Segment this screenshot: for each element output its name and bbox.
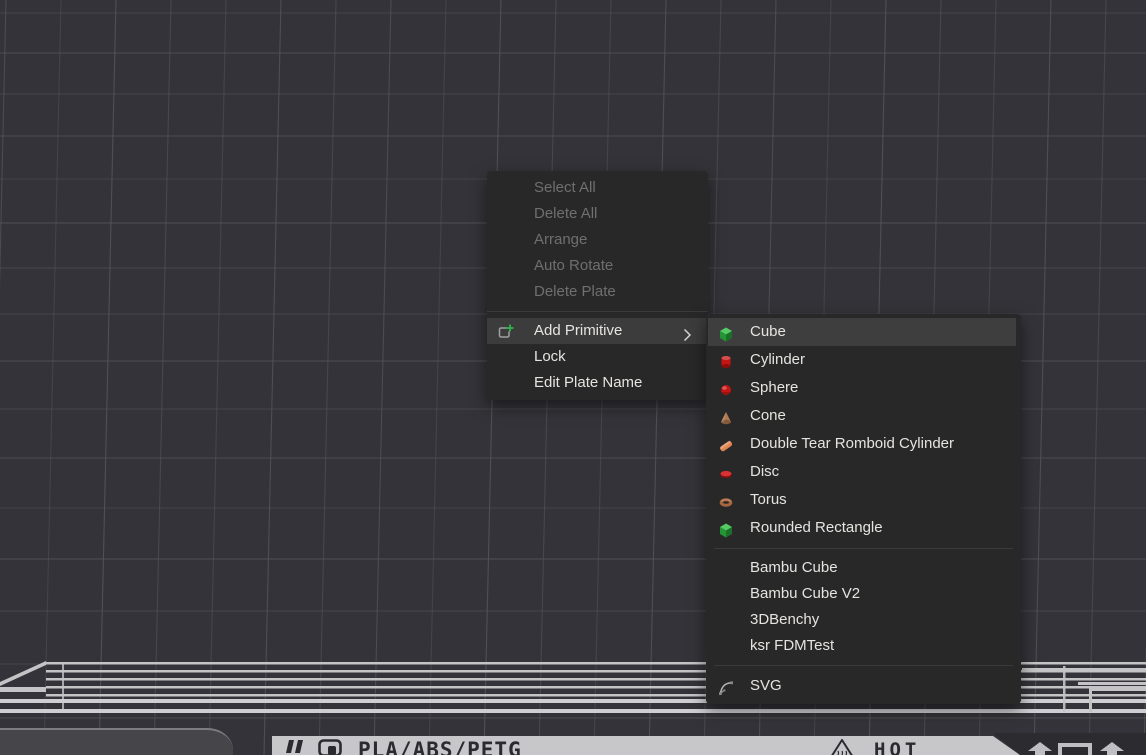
cylinder-icon <box>718 352 734 368</box>
submenu-separator <box>714 665 1013 666</box>
romboid-cylinder-icon <box>718 436 734 452</box>
menu-item-label: Add Primitive <box>534 322 622 339</box>
plate-front-bar: PLA/ABS/PETG HOT <box>272 736 1022 755</box>
submenu-item-cube[interactable]: Cube <box>708 318 1016 346</box>
submenu-item-label: ksr FDMTest <box>750 637 834 654</box>
submenu-item-label: Double Tear Romboid Cylinder <box>750 435 954 452</box>
hot-warning-icon <box>828 738 856 755</box>
submenu-item-disc[interactable]: Disc <box>706 458 1021 486</box>
submenu-item-double-tear-romboid-cylinder[interactable]: Double Tear Romboid Cylinder <box>706 430 1021 458</box>
cube-icon <box>718 324 734 340</box>
menu-item-edit-plate-name[interactable]: Edit Plate Name <box>487 370 708 396</box>
menu-item-label: Lock <box>534 348 566 365</box>
add-primitive-icon <box>497 322 515 340</box>
submenu-item-cylinder[interactable]: Cylinder <box>706 346 1021 374</box>
plate-context-menu: Select All Delete All Arrange Auto Rotat… <box>487 171 708 400</box>
submenu-item-label: Disc <box>750 463 779 480</box>
submenu-item-label: Bambu Cube V2 <box>750 585 860 602</box>
menu-item-lock[interactable]: Lock <box>487 344 708 370</box>
submenu-item-label: Rounded Rectangle <box>750 519 883 536</box>
cone-icon <box>718 408 734 424</box>
submenu-item-ksr-fdmtest[interactable]: ksr FDMTest <box>706 633 1021 659</box>
menu-item-label: Edit Plate Name <box>534 374 642 391</box>
bambu-logo-icon <box>284 739 310 755</box>
menu-item-label: Select All <box>534 179 596 196</box>
submenu-separator <box>714 548 1013 549</box>
submenu-item-label: Cube <box>750 323 786 340</box>
plate-type-icon <box>318 739 342 755</box>
submenu-item-bambu-cube-v2[interactable]: Bambu Cube V2 <box>706 581 1021 607</box>
menu-item-add-primitive[interactable]: Add Primitive <box>487 318 708 344</box>
menu-item-auto-rotate[interactable]: Auto Rotate <box>487 253 708 279</box>
submenu-item-svg[interactable]: SVG <box>706 672 1021 700</box>
submenu-item-label: SVG <box>750 677 782 694</box>
submenu-item-cone[interactable]: Cone <box>706 402 1021 430</box>
menu-separator <box>487 311 708 312</box>
arrow-up-icon <box>1027 742 1053 755</box>
menu-item-delete-all[interactable]: Delete All <box>487 201 708 227</box>
submenu-item-label: Torus <box>750 491 787 508</box>
viewport-3d[interactable]: PLA/ABS/PETG HOT Select <box>0 0 1146 755</box>
menu-item-label: Auto Rotate <box>534 257 613 274</box>
torus-icon <box>718 492 734 508</box>
menu-item-delete-plate[interactable]: Delete Plate <box>487 279 708 305</box>
plate-bracket-icon <box>1057 743 1093 755</box>
menu-item-label: Arrange <box>534 231 587 248</box>
plate-hot-label: HOT <box>874 739 920 755</box>
submenu-item-bambu-cube[interactable]: Bambu Cube <box>706 555 1021 581</box>
menu-item-arrange[interactable]: Arrange <box>487 227 708 253</box>
sphere-icon <box>718 380 734 396</box>
add-primitive-submenu: Cube Cylinder <box>706 314 1021 704</box>
plate-lift-tab <box>0 728 233 755</box>
svg-bezier-icon <box>718 678 734 694</box>
disc-icon <box>718 464 734 480</box>
submenu-chevron-icon <box>683 325 692 339</box>
submenu-item-sphere[interactable]: Sphere <box>706 374 1021 402</box>
menu-item-label: Delete All <box>534 205 597 222</box>
menu-item-label: Delete Plate <box>534 283 616 300</box>
submenu-item-label: 3DBenchy <box>750 611 819 628</box>
submenu-item-rounded-rectangle[interactable]: Rounded Rectangle <box>706 514 1021 542</box>
submenu-item-3dbenchy[interactable]: 3DBenchy <box>706 607 1021 633</box>
submenu-item-label: Cylinder <box>750 351 805 368</box>
submenu-item-torus[interactable]: Torus <box>706 486 1021 514</box>
rounded-rectangle-icon <box>718 520 734 536</box>
submenu-item-label: Sphere <box>750 379 798 396</box>
submenu-item-label: Bambu Cube <box>750 559 838 576</box>
plate-material-label: PLA/ABS/PETG <box>358 738 522 755</box>
arrow-up-icon <box>1099 742 1125 755</box>
submenu-item-label: Cone <box>750 407 786 424</box>
menu-item-select-all[interactable]: Select All <box>487 175 708 201</box>
